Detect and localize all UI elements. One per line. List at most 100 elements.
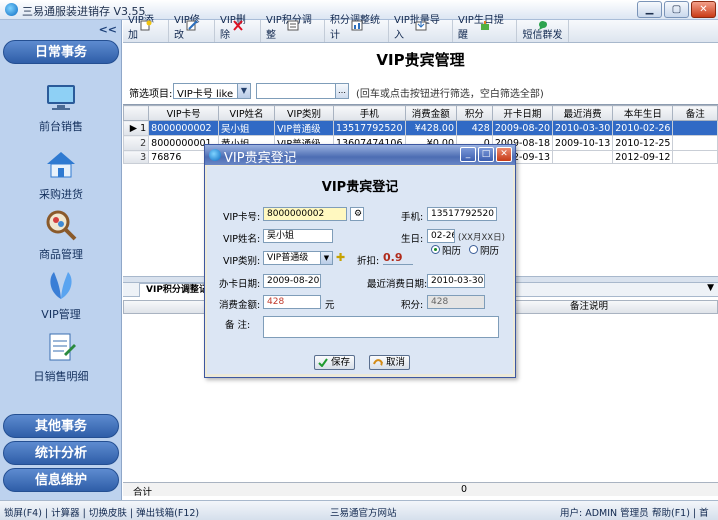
vip-delete-button[interactable]: VIP删除 <box>215 15 261 42</box>
search-icon: … <box>338 86 346 95</box>
note-label: 备 注: <box>225 320 251 331</box>
vip-edit-button[interactable]: VIP修改 <box>169 15 215 42</box>
add-type-icon[interactable]: ✚ <box>336 251 345 264</box>
dialog-maximize-button[interactable]: □ <box>478 147 494 162</box>
sidebar-item-products[interactable]: 商品管理 <box>0 208 122 262</box>
cell-birthday: 2010-12-25 <box>612 135 674 151</box>
dialog-close-button[interactable]: ✕ <box>496 147 512 162</box>
sms-broadcast-button[interactable]: 短信群发 <box>517 20 569 42</box>
card-lookup-button[interactable]: ⚙ <box>350 207 364 221</box>
column-header[interactable]: 本年生日 <box>612 105 674 121</box>
vip-points-adjust-button[interactable]: VIP积分调整 <box>261 15 325 42</box>
cell-note <box>672 150 718 164</box>
close-button[interactable]: ✕ <box>691 1 716 18</box>
vip-birthday-reminder-button[interactable]: VIP生日提醒 <box>453 15 517 42</box>
column-header[interactable]: VIP类别 <box>274 105 334 121</box>
cell-birthday: 2012-09-12 <box>612 150 674 164</box>
check-icon <box>318 358 328 367</box>
sidebar-header-other[interactable]: 其他事务 <box>3 414 119 438</box>
solar-label: 阳历 <box>442 246 462 257</box>
official-site-link[interactable]: 三易通官方网站 <box>330 505 397 519</box>
edit-icon <box>186 20 198 31</box>
filter-field-select[interactable]: VIP卡号 like ▼ <box>173 83 251 100</box>
sidebar-item-label: 前台销售 <box>39 120 83 133</box>
points-adjust-icon <box>287 20 298 31</box>
birthday-format-hint: (XX月XX日) <box>458 233 505 243</box>
note-field[interactable] <box>263 316 499 338</box>
column-header[interactable]: 备注说明 <box>570 301 608 313</box>
cell-points: 428 <box>456 120 493 136</box>
card-field[interactable]: 8000000002 <box>263 207 347 221</box>
status-user: 用户: ADMIN 管理员 <box>560 508 649 519</box>
column-header[interactable]: 手机 <box>333 105 406 121</box>
sidebar-header-daily[interactable]: 日常事务 <box>3 40 119 64</box>
filter-search-button[interactable]: … <box>335 83 349 99</box>
sidebar-item-vip[interactable]: VIP管理 <box>0 268 122 322</box>
type-label: VIP类别: <box>223 256 261 267</box>
points-field: 428 <box>427 295 485 309</box>
dialog-minimize-button[interactable]: _ <box>460 147 476 162</box>
dialog-title: VIP贵宾登记 <box>224 151 297 166</box>
import-icon <box>415 21 426 31</box>
dialog-titlebar[interactable]: VIP贵宾登记 _ □ ✕ <box>205 145 515 166</box>
filter-input[interactable] <box>256 83 336 99</box>
app-logo-icon <box>5 3 18 16</box>
cell-card: 8000000002 <box>148 120 220 136</box>
column-header[interactable]: VIP姓名 <box>218 105 276 121</box>
sidebar: << 日常事务 前台销售 采购进货 商品管理 VIP管理 日销售明细 其他事务 … <box>0 20 122 500</box>
discount-label: 折扣: <box>357 256 380 267</box>
column-header[interactable]: 积分 <box>456 105 493 121</box>
cell-note <box>672 120 718 136</box>
open-date-field[interactable]: 2009-08-20 <box>263 274 321 288</box>
sidebar-collapse-button[interactable]: << <box>99 23 117 36</box>
vip-register-dialog: VIP贵宾登记 _ □ ✕ VIP贵宾登记 VIP卡号: 8000000002 … <box>204 144 516 378</box>
toolbar: VIP添加 VIP修改 VIP删除 VIP积分调整 积分调整统计 VIP批量导入… <box>123 15 718 43</box>
dialog-body: VIP贵宾登记 VIP卡号: 8000000002 ⚙ 手机: 13517792… <box>207 166 513 374</box>
status-shortcuts[interactable]: 锁屏(F4) | 计算器 | 切换皮肤 | 弹出钱箱(F12) <box>4 505 199 519</box>
chevron-down-icon[interactable]: ▼ <box>320 251 333 265</box>
solar-radio[interactable] <box>431 245 440 254</box>
status-help[interactable]: 帮助(F1) | 首页 <box>652 505 718 520</box>
column-header[interactable]: VIP卡号 <box>148 105 220 121</box>
house-icon <box>47 152 75 178</box>
name-field[interactable]: 吴小姐 <box>263 229 333 243</box>
birthday-label: 生日: <box>401 234 424 245</box>
maximize-button[interactable]: ▢ <box>664 1 689 18</box>
last-date-field[interactable]: 2010-03-30 <box>427 274 485 288</box>
lookup-icon: ⚙ <box>354 209 363 219</box>
cancel-icon <box>373 359 383 366</box>
sidebar-item-purchase[interactable]: 采购进货 <box>0 148 122 202</box>
birthday-icon <box>480 21 489 30</box>
cell-open-date: 2009-08-20 <box>491 120 554 136</box>
chevron-down-icon[interactable]: ▼ <box>707 283 714 293</box>
sidebar-header-info[interactable]: 信息维护 <box>3 468 119 492</box>
discount-value[interactable]: 0.9 <box>383 251 413 265</box>
cell-birthday: 2010-02-26 <box>612 120 674 136</box>
sms-icon <box>538 21 547 30</box>
cell-name: 吴小姐 <box>218 120 276 136</box>
grid-header-row: VIP卡号 VIP姓名 VIP类别 手机 消费金额 积分 开卡日期 最近消费 本… <box>122 105 718 121</box>
column-header[interactable]: 备注 <box>672 105 718 121</box>
column-header[interactable]: 开卡日期 <box>491 105 554 121</box>
phone-field[interactable]: 13517792520 <box>427 207 497 221</box>
amount-field[interactable]: 428 <box>263 295 321 309</box>
column-header[interactable]: 最近消费 <box>552 105 614 121</box>
row-indicator: 3 <box>122 150 150 164</box>
cancel-button[interactable]: 取消 <box>369 355 411 370</box>
vip-batch-import-button[interactable]: VIP批量导入 <box>389 15 453 42</box>
lunar-radio[interactable] <box>469 245 478 254</box>
table-row[interactable]: ▶ 1 8000000002 吴小姐 VIP普通级 13517792520 ¥4… <box>122 120 718 136</box>
sidebar-header-stats[interactable]: 统计分析 <box>3 441 119 465</box>
minimize-button[interactable]: ▁ <box>637 1 662 18</box>
points-label: 积分: <box>401 300 424 311</box>
chevron-down-icon[interactable]: ▼ <box>237 84 250 98</box>
vip-add-button[interactable]: VIP添加 <box>123 15 169 42</box>
last-date-label: 最近消费日期: <box>367 279 428 290</box>
column-header[interactable]: 消费金额 <box>404 105 457 121</box>
save-button[interactable]: 保存 <box>314 355 356 370</box>
sidebar-item-daily-sales[interactable]: 日销售明细 <box>0 330 122 384</box>
birthday-field[interactable]: 02-26 <box>427 229 455 243</box>
sidebar-item-front-sales[interactable]: 前台销售 <box>0 80 122 134</box>
points-stats-button[interactable]: 积分调整统计 <box>325 15 389 42</box>
stats-icon <box>351 20 362 31</box>
